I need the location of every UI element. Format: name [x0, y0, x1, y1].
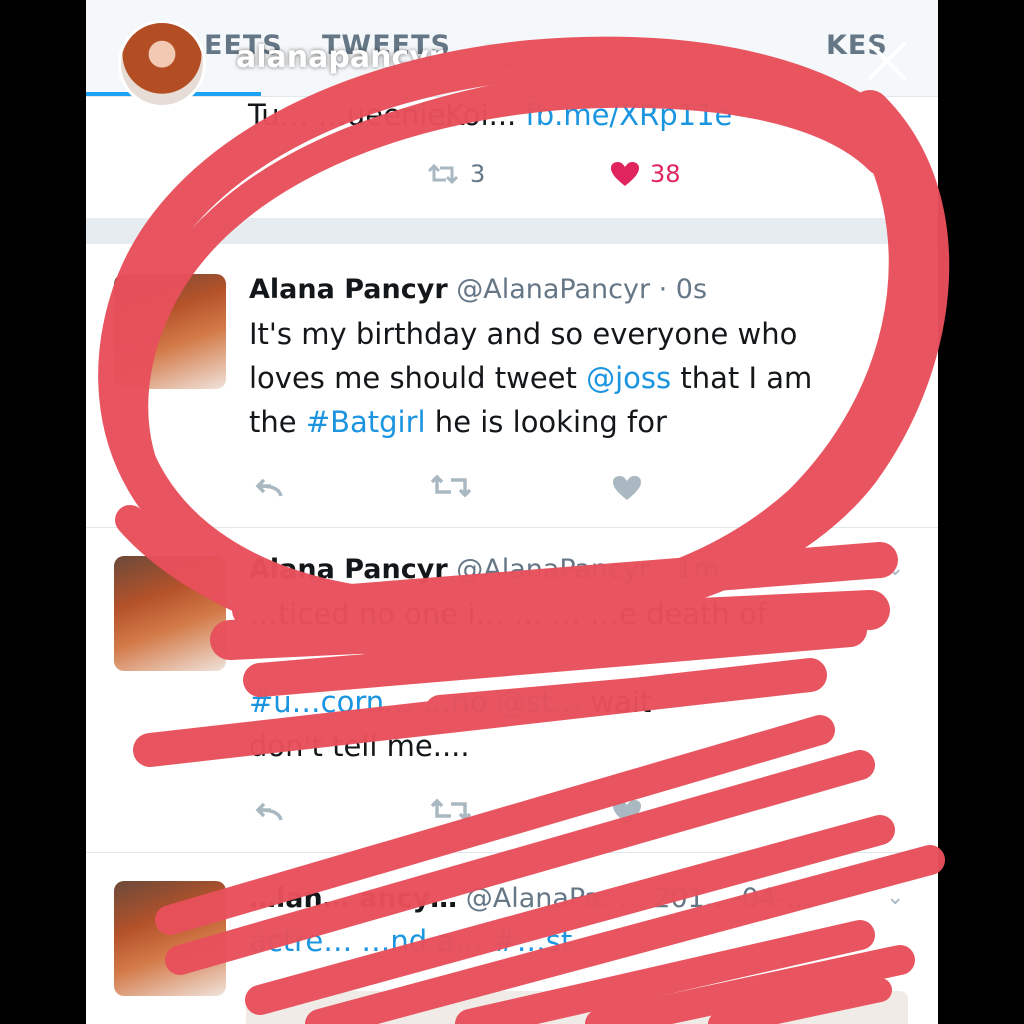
- tweet-text-part: loves me should tweet: [249, 361, 587, 395]
- heart-icon: [611, 162, 639, 186]
- heart-icon[interactable]: [609, 794, 789, 826]
- tweet-line: It's my birthday and so everyone who: [249, 317, 798, 351]
- tweet-text: actre… …nd a… #…st: [249, 919, 889, 963]
- previous-tweet-link[interactable]: fb.me/XRp11e: [526, 98, 733, 132]
- author-handle[interactable]: @AlanaPa… · 201…-04-…: [466, 883, 813, 914]
- author-handle[interactable]: @AlanaPancyr · 0s: [456, 274, 707, 305]
- tweet-line: [249, 636, 889, 680]
- analytics-icon[interactable]: [789, 794, 938, 826]
- tweet-text-part: the: [249, 405, 306, 439]
- avatar[interactable]: [114, 274, 226, 389]
- chevron-down-icon[interactable]: ⌄: [886, 276, 904, 301]
- close-icon[interactable]: [866, 40, 908, 82]
- tweet-text-part: that I am: [671, 361, 813, 395]
- tweet-text: …ticed no one i… … … …e death of #u…corn…: [249, 592, 889, 768]
- reply-icon[interactable]: [249, 470, 429, 502]
- tweet-line: …ticed no one i… … … …e death of: [249, 597, 768, 631]
- tweet-header: Alana Pancyr @AlanaPancyr · 1m: [249, 554, 719, 585]
- tweet-line: actre… …nd a… #…st: [249, 919, 889, 963]
- retweet-icon: [427, 163, 459, 185]
- story-timestamp: 14m: [481, 42, 549, 77]
- reply-icon[interactable]: [249, 794, 429, 826]
- story-username[interactable]: alanapancyr: [236, 40, 444, 75]
- hashtag-link[interactable]: #u…corn…: [249, 685, 413, 719]
- retweet-count-value: 3: [470, 160, 486, 188]
- tweet-header: Alana Pancyr @AlanaPancyr · 0s: [249, 274, 707, 305]
- tweet-actions: [249, 794, 938, 826]
- story-avatar[interactable]: [118, 20, 206, 108]
- like-count-value: 38: [650, 160, 681, 188]
- tweet-header: …lan… ancy… @AlanaPa… · 201…-04-…: [249, 883, 813, 914]
- media-preview[interactable]: [246, 991, 908, 1024]
- author-name[interactable]: Alana Pancyr: [249, 274, 448, 305]
- hashtag-link[interactable]: #…st: [492, 924, 572, 958]
- retweet-icon[interactable]: [429, 470, 609, 502]
- avatar[interactable]: [114, 881, 226, 996]
- author-handle[interactable]: @AlanaPancyr · 1m: [456, 554, 719, 585]
- previous-tweet-body: Tu… …ueenieKoi...: [248, 98, 526, 132]
- tweet-line: loves me should tweet @joss that I am: [249, 356, 889, 400]
- mention-link[interactable]: @joss: [586, 361, 671, 395]
- tweet-text: It's my birthday and so everyone who lov…: [249, 312, 889, 444]
- chevron-down-icon[interactable]: ⌄: [886, 885, 904, 910]
- tweet-actions: [249, 470, 789, 502]
- retweet-icon[interactable]: [429, 794, 609, 826]
- story-frame: EETS TWEETS KES Tu… …ueenieKoi... fb.me/…: [86, 0, 938, 1024]
- tweet-line: the #Batgirl he is looking for: [249, 400, 889, 444]
- tweet-line: don't tell me....: [249, 729, 470, 763]
- author-name[interactable]: …lan… ancy…: [249, 883, 457, 914]
- chevron-down-icon[interactable]: ⌄: [886, 556, 904, 581]
- divider: [86, 527, 938, 528]
- mention-link[interactable]: …no @st…: [413, 685, 581, 719]
- tweet-text-part: actre… …nd a…: [249, 924, 493, 958]
- tweet-text-part: wait: [581, 685, 652, 719]
- tweet-line: #u…corn… …no @st… wait: [249, 680, 889, 724]
- timeline-separator: [86, 218, 938, 244]
- previous-tweet-text: Tu… …ueenieKoi... fb.me/XRp11e: [248, 98, 732, 132]
- author-name[interactable]: Alana Pancyr: [249, 554, 448, 585]
- heart-icon[interactable]: [609, 470, 789, 502]
- like-count[interactable]: 38: [610, 160, 681, 188]
- avatar[interactable]: [114, 556, 226, 671]
- tweet-text-part: he is looking for: [425, 405, 667, 439]
- divider: [86, 852, 938, 853]
- hashtag-link[interactable]: #Batgirl: [306, 405, 426, 439]
- retweet-count[interactable]: 3: [426, 160, 485, 188]
